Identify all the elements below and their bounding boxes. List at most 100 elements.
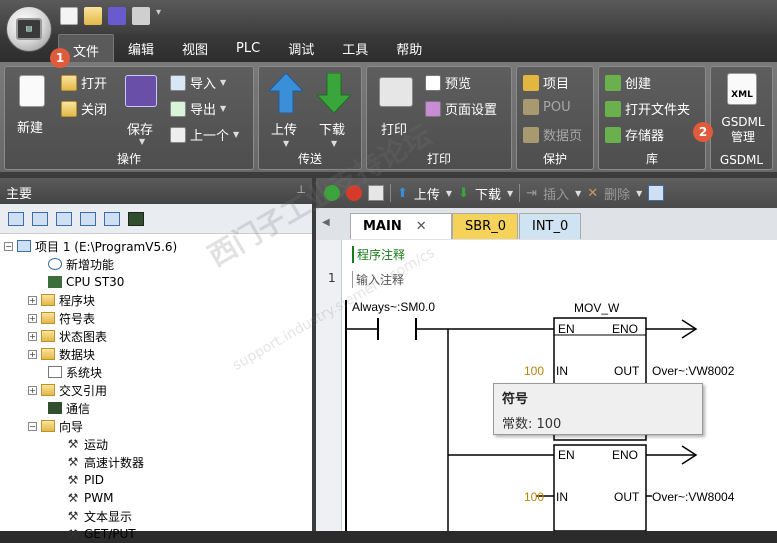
expand-icon[interactable]: +: [28, 295, 37, 305]
open-button[interactable]: 打开: [61, 73, 107, 92]
tree-item-program-blocks[interactable]: + 程序块: [28, 291, 95, 309]
upload-dropdown-icon[interactable]: ▼: [283, 139, 289, 148]
network-icon[interactable]: [648, 185, 665, 201]
close-tab-icon[interactable]: ✕: [416, 219, 427, 234]
editor-download-button[interactable]: 下载: [475, 184, 501, 203]
editor-toolbar: ⬆ 上传 ▼ ⬇ 下载 ▼ ⇥ 插入 ▼ ✕ 删除 ▼: [316, 178, 777, 208]
delete-dropdown-icon[interactable]: ▼: [636, 189, 642, 198]
upload-dropdown-icon[interactable]: ▼: [446, 189, 452, 198]
tree-item-data-block[interactable]: + 数据块: [28, 345, 95, 363]
menu-debug[interactable]: 调试: [274, 35, 328, 62]
menu-edit[interactable]: 编辑: [114, 35, 168, 62]
export-button[interactable]: 导出 ▼: [170, 99, 226, 118]
view-icon-2[interactable]: [32, 211, 48, 226]
preview-button[interactable]: 预览: [425, 73, 471, 92]
monitor-icon[interactable]: [128, 211, 144, 226]
block2-out-value[interactable]: Over~:VW8004: [652, 490, 734, 504]
view-icon-1[interactable]: [8, 211, 24, 226]
open-folder-button[interactable]: 打开文件夹: [605, 99, 690, 118]
block1-out-value[interactable]: Over~:VW8002: [652, 364, 734, 378]
compile-icon[interactable]: [368, 185, 384, 201]
insert-icon: ⇥: [526, 185, 538, 201]
save-disk-icon: [125, 75, 157, 107]
download-button[interactable]: 下载: [319, 119, 345, 138]
gsdml-manage-label-line2: 管理: [730, 130, 755, 144]
tree-item-cpu[interactable]: CPU ST30: [48, 273, 124, 291]
tree-item-symbol-table[interactable]: + 符号表: [28, 309, 95, 327]
block2-in-value[interactable]: 100: [524, 490, 544, 504]
library-folder-icon: [605, 100, 621, 117]
menu-plc[interactable]: PLC: [222, 37, 274, 60]
tree-item-status-chart[interactable]: + 状态图表: [28, 327, 107, 345]
download-dropdown-icon[interactable]: ▼: [507, 189, 513, 198]
run-icon[interactable]: [324, 185, 340, 201]
collapse-icon[interactable]: −: [28, 421, 37, 431]
save-dropdown-icon[interactable]: ▼: [139, 137, 145, 146]
create-library-button[interactable]: 创建: [605, 73, 651, 92]
application-button[interactable]: ▤: [6, 6, 52, 52]
download-dropdown-icon[interactable]: ▼: [331, 139, 337, 148]
view-icon-3[interactable]: [56, 211, 72, 226]
expand-icon[interactable]: +: [28, 331, 37, 341]
folder-icon: [41, 294, 55, 306]
print-icon[interactable]: [132, 7, 150, 25]
expand-icon[interactable]: +: [28, 385, 37, 395]
printer-icon: [379, 77, 413, 107]
gsdml-manage-button[interactable]: GSDML 管理: [715, 115, 771, 145]
ribbon-group-library: 创建 打开文件夹 存储器 库: [598, 66, 706, 170]
tree-item-pid[interactable]: ⚒ PID: [66, 471, 104, 489]
previous-button[interactable]: 上一个 ▼: [170, 125, 239, 144]
editor-upload-button[interactable]: 上传: [414, 184, 440, 203]
block1-title[interactable]: MOV_W: [574, 301, 619, 315]
insert-dropdown-icon[interactable]: ▼: [575, 189, 581, 198]
new-button[interactable]: 新建: [17, 117, 43, 136]
block2-eno: ENO: [612, 448, 639, 462]
folder-icon: [41, 384, 55, 396]
pin-icon[interactable]: ⊥: [296, 183, 306, 196]
stop-icon[interactable]: [346, 185, 362, 201]
block1-in-value[interactable]: 100: [524, 364, 544, 378]
page-setup-button[interactable]: 页面设置: [425, 99, 497, 118]
tree-item-hsc[interactable]: ⚒ 高速计数器: [66, 453, 144, 471]
tab-int0[interactable]: INT_0: [519, 213, 581, 239]
tree-item-communication[interactable]: 通信: [48, 399, 90, 417]
print-button[interactable]: 打印: [381, 119, 407, 138]
tree-item-cross-reference[interactable]: + 交叉引用: [28, 381, 107, 399]
memory-button[interactable]: 存储器: [605, 125, 664, 144]
tree-item-pwm[interactable]: ⚒ PWM: [66, 489, 114, 507]
save-button[interactable]: 保存: [127, 119, 153, 138]
protect-data-page-button[interactable]: 数据页: [523, 125, 582, 144]
collapse-icon[interactable]: −: [4, 241, 13, 251]
tree-root[interactable]: − 项目 1 (E:\ProgramV5.6): [4, 237, 177, 255]
view-icon-4[interactable]: [80, 211, 96, 226]
expand-icon[interactable]: +: [28, 313, 37, 323]
menu-help[interactable]: 帮助: [382, 35, 436, 62]
upload-button[interactable]: 上传: [271, 119, 297, 138]
save-icon[interactable]: [108, 7, 126, 25]
contact-label[interactable]: Always~:SM0.0: [352, 300, 435, 314]
tree-item-text-display[interactable]: ⚒ 文本显示: [66, 507, 132, 525]
delete-button[interactable]: 删除: [604, 184, 630, 203]
tree-item-system-block[interactable]: 系统块: [48, 363, 102, 381]
tree-item-motion[interactable]: ⚒ 运动: [66, 435, 108, 453]
tree-item-new-features[interactable]: 新增功能: [48, 255, 114, 273]
import-icon: [170, 74, 186, 91]
tree-item-wizards[interactable]: − 向导: [28, 417, 83, 435]
close-button[interactable]: 关闭: [61, 99, 107, 118]
import-button[interactable]: 导入 ▼: [170, 73, 226, 92]
menu-tools[interactable]: 工具: [328, 35, 382, 62]
tab-main[interactable]: MAIN ✕: [350, 213, 452, 239]
new-file-icon[interactable]: [60, 7, 78, 25]
protect-project-button[interactable]: 项目: [523, 73, 569, 92]
tab-scroll-left-icon[interactable]: ◀: [322, 217, 330, 228]
open-folder-icon[interactable]: [84, 7, 102, 25]
menu-view[interactable]: 视图: [168, 35, 222, 62]
customize-qat-icon[interactable]: ▾: [156, 7, 166, 25]
expand-icon[interactable]: +: [28, 349, 37, 359]
insert-button[interactable]: 插入: [543, 184, 569, 203]
tab-sbr0[interactable]: SBR_0: [452, 213, 518, 239]
tooltip-body: 常数: 100: [502, 417, 562, 432]
tree-item-get-put[interactable]: ⚒ GET/PUT: [66, 525, 136, 543]
protect-pou-button[interactable]: POU: [523, 99, 571, 115]
view-icon-5[interactable]: [104, 211, 120, 226]
